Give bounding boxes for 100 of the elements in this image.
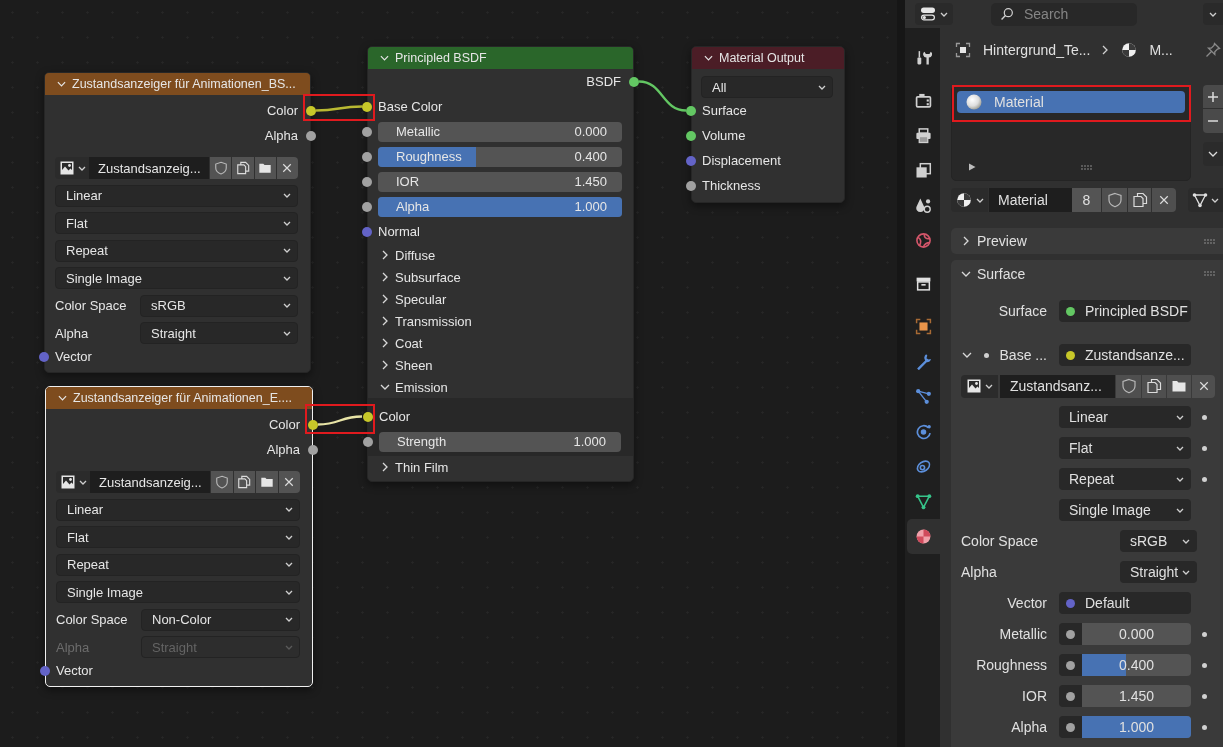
- node-link[interactable]: [638, 80, 687, 112]
- socket-button[interactable]: [1059, 685, 1082, 707]
- unlink-button[interactable]: [1192, 374, 1215, 398]
- add-slot-button[interactable]: [1203, 85, 1223, 108]
- socket-link-field[interactable]: Zustandsanze...: [1059, 344, 1191, 366]
- socket-button[interactable]: [1059, 716, 1082, 738]
- chevron-down-icon[interactable]: [380, 55, 389, 61]
- dropdown[interactable]: Linear: [56, 498, 300, 521]
- number-field[interactable]: Strength 1.000: [379, 431, 621, 452]
- properties-tab[interactable]: [907, 518, 940, 554]
- duplicate-button[interactable]: [1128, 188, 1151, 212]
- number-field[interactable]: IOR 1.450: [378, 171, 622, 192]
- open-image-button[interactable]: [254, 157, 276, 179]
- chevron-down-icon[interactable]: [704, 55, 713, 61]
- socket-icon[interactable]: [362, 101, 372, 112]
- dropdown[interactable]: Straight: [140, 322, 298, 344]
- dropdown[interactable]: Non-Color: [141, 608, 300, 631]
- dot-icon[interactable]: [1201, 476, 1207, 482]
- material-name-field[interactable]: Material: [989, 188, 1072, 212]
- unlink-button[interactable]: [278, 471, 300, 493]
- user-count-button[interactable]: 8: [1072, 188, 1101, 212]
- dropdown-button[interactable]: [1203, 3, 1223, 25]
- duplicate-button[interactable]: [232, 157, 254, 179]
- socket-icon[interactable]: [362, 176, 372, 187]
- dropdown[interactable]: Straight: [1120, 561, 1197, 583]
- dropdown[interactable]: Repeat: [1059, 468, 1191, 490]
- dropdown[interactable]: Flat: [1059, 437, 1191, 459]
- panel-header[interactable]: Surface: [951, 260, 1223, 287]
- triangle-icon[interactable]: [968, 163, 976, 171]
- image-browse-button[interactable]: [56, 471, 90, 493]
- image-browse-button[interactable]: [55, 157, 89, 179]
- socket-icon[interactable]: [362, 201, 372, 212]
- number-field[interactable]: Metallic 0.000: [378, 121, 622, 142]
- unlink-button[interactable]: [1152, 188, 1176, 212]
- value-slider[interactable]: Alpha 1.000: [378, 196, 622, 217]
- unlink-button[interactable]: [276, 157, 298, 179]
- slot-menu-button[interactable]: [1203, 142, 1223, 166]
- remove-slot-button[interactable]: [1203, 109, 1223, 133]
- panel-header[interactable]: Coat: [367, 332, 634, 354]
- dropdown[interactable]: Flat: [55, 212, 298, 234]
- grip-icon[interactable]: [1204, 238, 1215, 244]
- dot-icon[interactable]: [1201, 662, 1207, 668]
- duplicate-button[interactable]: [1142, 374, 1166, 398]
- number-field[interactable]: 1.450: [1082, 685, 1191, 707]
- dropdown[interactable]: Single Image: [1059, 499, 1191, 521]
- list-item[interactable]: Material: [957, 91, 1185, 113]
- dropdown[interactable]: Single Image: [55, 267, 298, 289]
- image-name-field[interactable]: Zustandsanzeig...: [90, 471, 210, 493]
- dot-icon[interactable]: [1201, 414, 1207, 420]
- dropdown[interactable]: All: [701, 76, 833, 98]
- chevron-down-icon[interactable]: [962, 352, 972, 358]
- dot-icon[interactable]: [1201, 693, 1207, 699]
- image-name-field[interactable]: Zustandsanzeig...: [89, 157, 209, 179]
- socket-icon[interactable]: [363, 411, 373, 422]
- panel-header[interactable]: Specular: [367, 288, 634, 310]
- image-browse-button[interactable]: [961, 374, 998, 398]
- panel-header[interactable]: Emission: [367, 376, 634, 398]
- panel-header[interactable]: Preview: [951, 228, 1223, 254]
- dropdown[interactable]: Linear: [1059, 406, 1191, 428]
- node-tree-button[interactable]: [1188, 188, 1223, 212]
- dropdown[interactable]: Repeat: [56, 553, 300, 576]
- pin-icon[interactable]: [1205, 42, 1221, 58]
- socket-icon[interactable]: [686, 180, 696, 191]
- socket-icon[interactable]: [362, 151, 372, 162]
- socket-link-field[interactable]: Principled BSDF: [1059, 300, 1191, 322]
- material-browse-button[interactable]: [951, 188, 988, 212]
- socket-button[interactable]: [1059, 654, 1082, 676]
- dropdown[interactable]: Linear: [55, 184, 298, 207]
- socket-icon[interactable]: [306, 130, 316, 141]
- socket-link-field[interactable]: Default: [1059, 592, 1191, 614]
- socket-icon[interactable]: [308, 419, 318, 430]
- fake-user-button[interactable]: [1116, 374, 1141, 398]
- dropdown[interactable]: Repeat: [55, 239, 298, 262]
- open-image-button[interactable]: [1167, 374, 1191, 398]
- search-field[interactable]: Search: [991, 2, 1137, 26]
- chevron-down-icon[interactable]: [57, 81, 66, 87]
- duplicate-button[interactable]: [233, 471, 255, 493]
- socket-icon[interactable]: [363, 436, 373, 447]
- panel-header[interactable]: Sheen: [367, 354, 634, 376]
- socket-button[interactable]: [1059, 623, 1082, 645]
- dropdown[interactable]: sRGB: [140, 294, 298, 317]
- socket-icon[interactable]: [308, 444, 318, 455]
- dot-icon[interactable]: [1201, 445, 1207, 451]
- node-link[interactable]: [316, 105, 362, 112]
- socket-icon[interactable]: [306, 105, 316, 116]
- grip-icon[interactable]: [1204, 271, 1215, 276]
- fake-user-button[interactable]: [1102, 188, 1127, 212]
- number-field[interactable]: 0.000: [1082, 623, 1191, 645]
- dot-icon[interactable]: [1201, 631, 1207, 637]
- panel-header[interactable]: Transmission: [367, 310, 634, 332]
- chevron-down-icon[interactable]: [58, 395, 67, 401]
- socket-icon[interactable]: [362, 126, 372, 137]
- panel-header[interactable]: Subsurface: [367, 266, 634, 288]
- editor-type-button[interactable]: [915, 3, 953, 25]
- dropdown[interactable]: Flat: [56, 526, 300, 548]
- panel-header[interactable]: Diffuse: [367, 244, 634, 266]
- image-name-field[interactable]: Zustandsanz...: [1000, 374, 1115, 398]
- socket-icon[interactable]: [686, 130, 696, 141]
- socket-icon[interactable]: [686, 105, 696, 116]
- value-slider[interactable]: 1.000: [1082, 716, 1191, 738]
